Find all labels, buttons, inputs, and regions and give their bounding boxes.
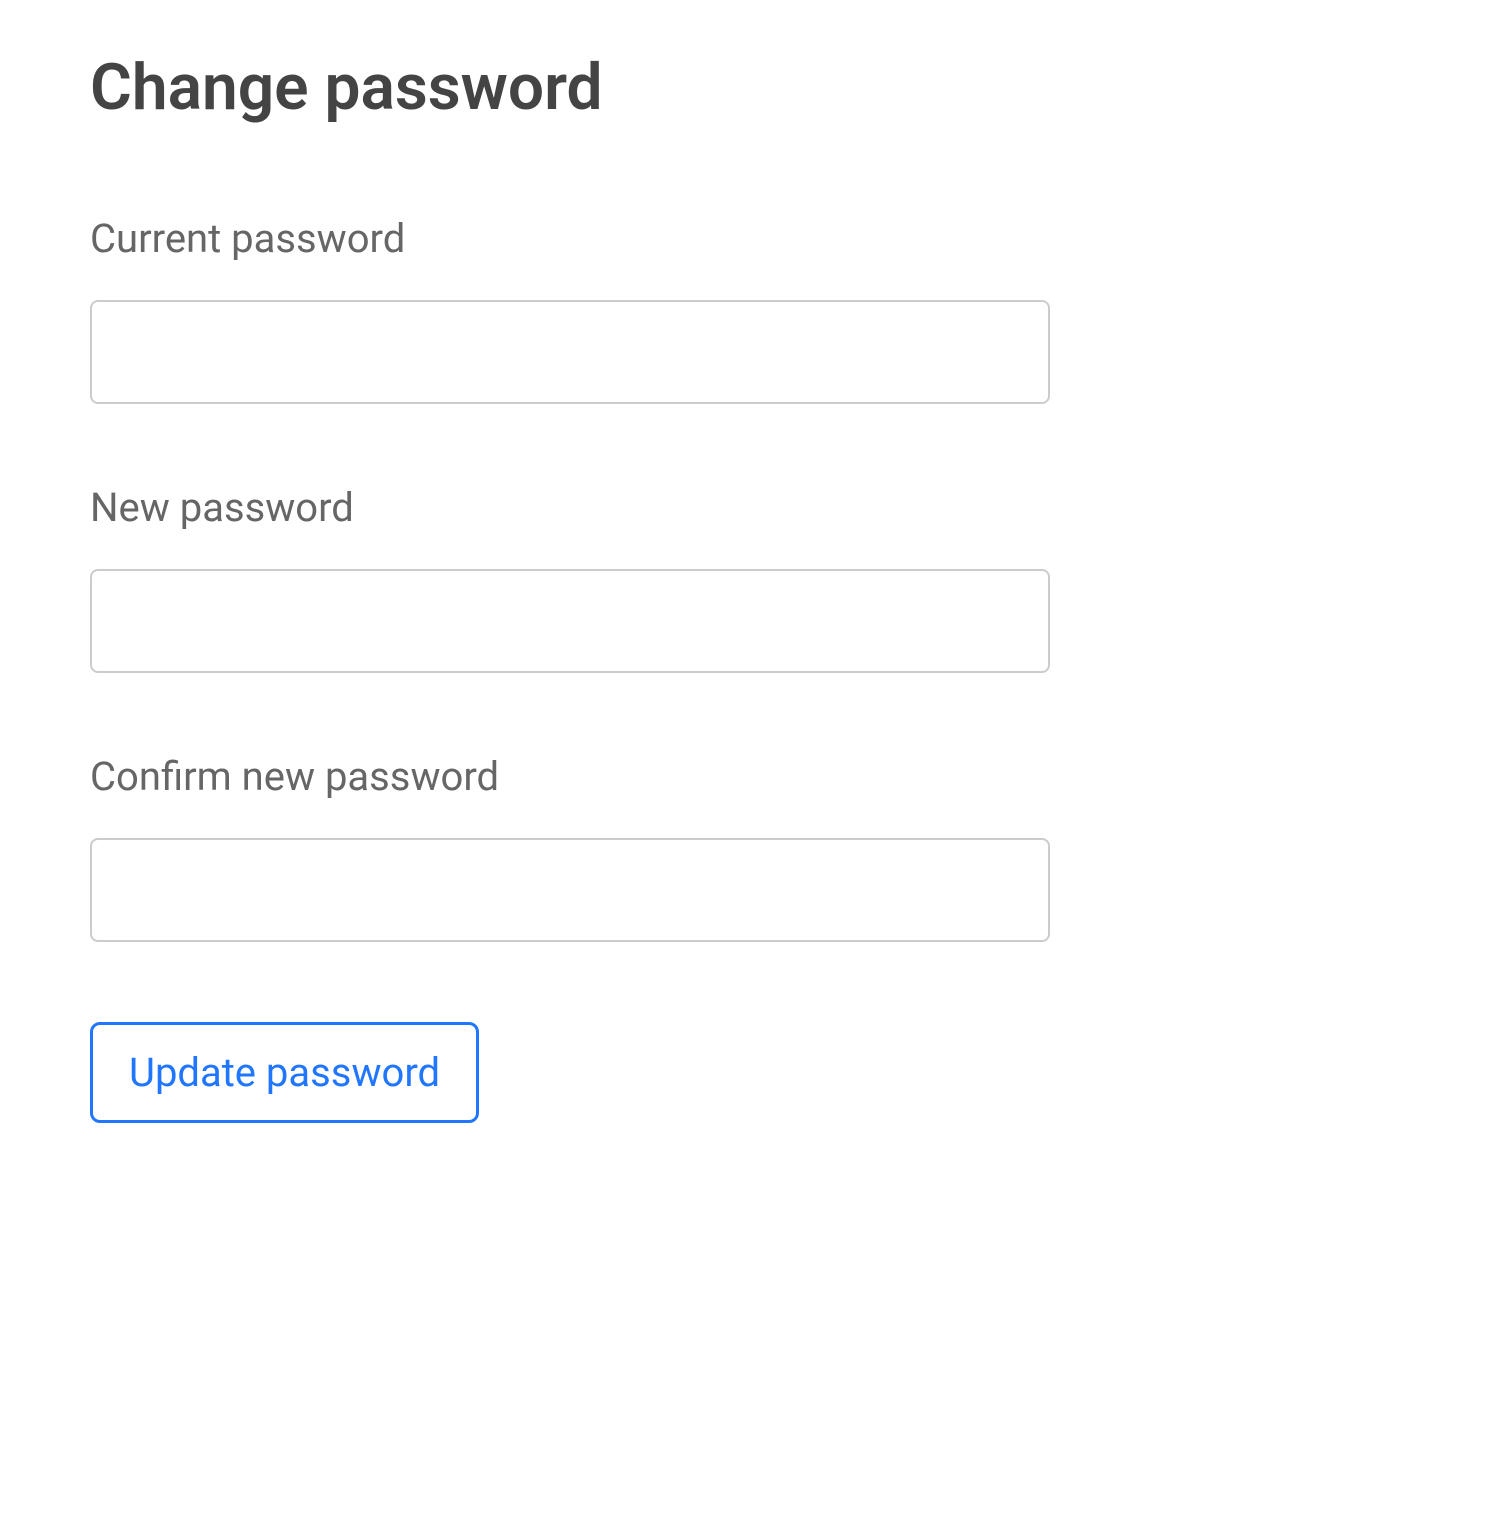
change-password-form: Change password Current password New pas… bbox=[0, 0, 1498, 1173]
current-password-label: Current password bbox=[90, 215, 1408, 262]
update-password-button[interactable]: Update password bbox=[90, 1022, 479, 1123]
new-password-input[interactable] bbox=[90, 569, 1050, 673]
new-password-label: New password bbox=[90, 484, 1408, 531]
page-title: Change password bbox=[90, 50, 1408, 125]
current-password-input[interactable] bbox=[90, 300, 1050, 404]
new-password-group: New password bbox=[90, 484, 1408, 673]
confirm-password-group: Confirm new password bbox=[90, 753, 1408, 942]
confirm-password-input[interactable] bbox=[90, 838, 1050, 942]
confirm-password-label: Confirm new password bbox=[90, 753, 1408, 800]
current-password-group: Current password bbox=[90, 215, 1408, 404]
